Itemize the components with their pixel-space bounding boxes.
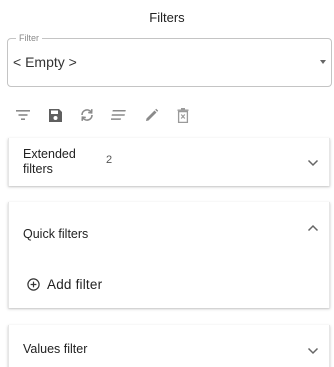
filter-select-value: < Empty > (13, 54, 77, 70)
add-circle-icon (27, 277, 40, 291)
extended-filters-count: 2 (106, 154, 113, 166)
extended-filters-section: Extended filters 2 (8, 138, 330, 186)
chevron-down-icon (307, 347, 319, 355)
add-filter-button[interactable]: Add filter (27, 274, 102, 294)
trash-icon[interactable] (172, 104, 194, 126)
panel-title: Filters (149, 10, 185, 25)
chevron-down-icon (307, 159, 319, 167)
filter-select[interactable]: Filter < Empty > (7, 33, 332, 87)
add-filter-label: Add filter (47, 276, 103, 292)
sync-icon[interactable] (76, 104, 98, 126)
chevron-up-icon (307, 224, 319, 232)
values-filter-label: Values filter (23, 342, 88, 356)
filters-panel: Filters Filter < Empty > Extended filter… (0, 0, 334, 367)
quick-filters-label: Quick filters (23, 227, 89, 241)
quick-filters-header[interactable]: Quick filters (9, 202, 329, 262)
filter-toolbar (12, 104, 242, 128)
values-filter-section: Values filter (8, 325, 330, 367)
extended-filters-label: Extended filters (23, 147, 76, 176)
filter-select-label: Filter (16, 33, 42, 43)
values-filter-header[interactable]: Values filter (9, 325, 329, 367)
filter-lines-icon[interactable] (12, 104, 34, 126)
caret-down-icon (320, 60, 326, 64)
extended-filters-header[interactable]: Extended filters 2 (9, 138, 329, 186)
pencil-icon[interactable] (140, 104, 162, 126)
save-icon[interactable] (44, 104, 66, 126)
list-icon[interactable] (108, 104, 130, 126)
